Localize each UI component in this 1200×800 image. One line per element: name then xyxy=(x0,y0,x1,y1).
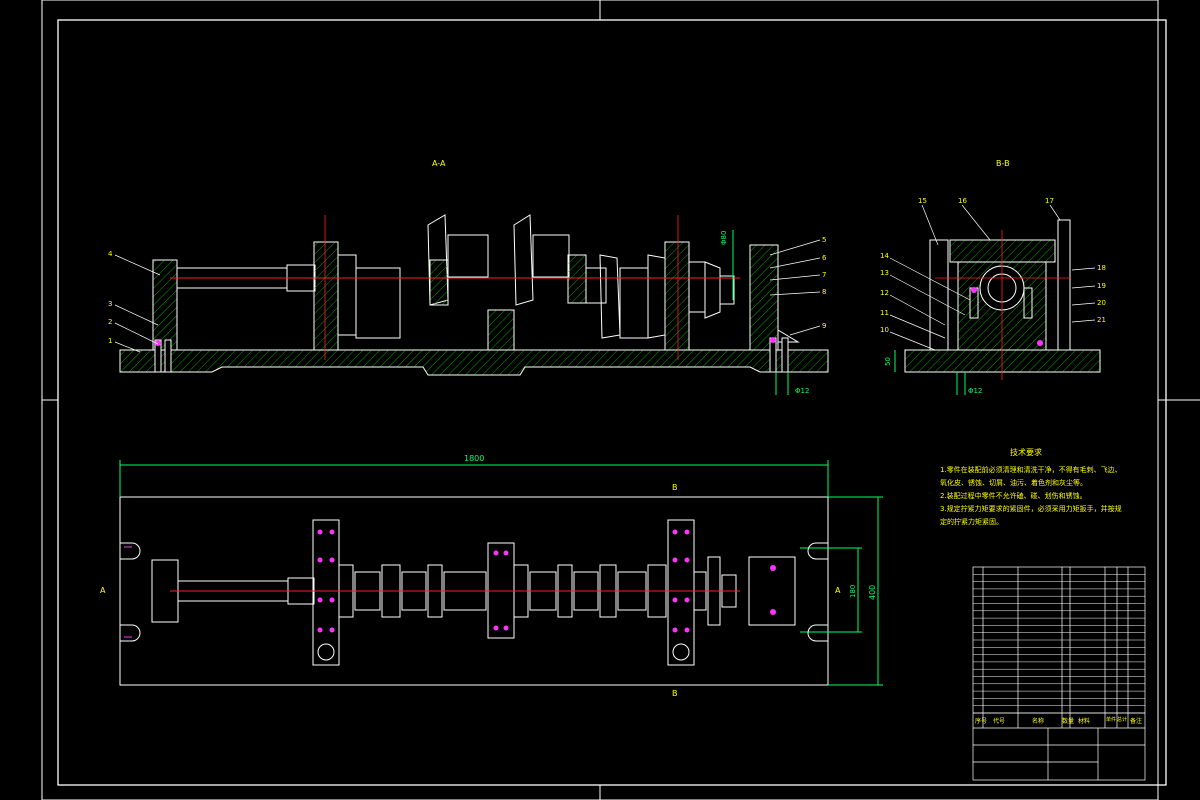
plan-clamp-left xyxy=(312,519,340,666)
svg-text:4: 4 xyxy=(108,250,113,258)
section-aa-view: A-A Φ80 Φ12 xyxy=(119,159,829,395)
svg-text:14: 14 xyxy=(880,252,889,260)
svg-text:16: 16 xyxy=(958,197,967,205)
svg-text:1.零件在装配前必须清理和清洗干净，不得有毛刺、飞边、: 1.零件在装配前必须清理和清洗干净，不得有毛刺、飞边、 xyxy=(940,465,1122,474)
svg-text:3.规定拧紧力矩要求的紧固件，必须采用力矩扳手，并按规: 3.规定拧紧力矩要求的紧固件，必须采用力矩扳手，并按规 xyxy=(940,504,1122,513)
view-label-bb: B-B xyxy=(996,159,1010,168)
svg-text:序号: 序号 xyxy=(975,717,987,725)
svg-text:5: 5 xyxy=(822,236,826,244)
svg-text:定的拧紧力矩紧固。: 定的拧紧力矩紧固。 xyxy=(940,517,1003,526)
svg-text:总计: 总计 xyxy=(1117,716,1127,723)
title-block xyxy=(972,566,1146,781)
svg-text:6: 6 xyxy=(822,254,827,262)
parts-list-rows xyxy=(973,574,1145,714)
base-plate xyxy=(119,349,829,376)
sheet-frame xyxy=(41,0,1200,800)
svg-text:数量: 数量 xyxy=(1062,717,1074,725)
svg-text:2: 2 xyxy=(108,318,112,326)
tech-req-title: 技术要求 xyxy=(1010,447,1042,457)
v-block-right xyxy=(664,241,690,351)
svg-text:备注: 备注 xyxy=(1130,717,1142,725)
svg-text:12: 12 xyxy=(880,289,889,297)
svg-text:Φ12: Φ12 xyxy=(968,387,982,395)
section-bb-view: B-B 50 Φ12 xyxy=(884,159,1101,395)
view-label-aa: A-A xyxy=(432,159,446,168)
svg-text:2.装配过程中零件不允许磕、碰、划伤和锈蚀。: 2.装配过程中零件不允许磕、碰、划伤和锈蚀。 xyxy=(940,491,1087,500)
svg-text:3: 3 xyxy=(108,300,112,308)
svg-text:11: 11 xyxy=(880,309,889,317)
v-block-mid xyxy=(487,309,515,351)
dim-overall-length: 1800 xyxy=(464,454,484,463)
svg-text:19: 19 xyxy=(1097,282,1106,290)
plan-view: 1800 400 180 A A B B xyxy=(100,454,883,698)
svg-text:20: 20 xyxy=(1097,299,1106,307)
svg-text:8: 8 xyxy=(822,288,826,296)
cad-drawing: A-A Φ80 Φ12 4 3 2 1 5 6 7 8 9 B-B 50 Φ12… xyxy=(41,0,1200,800)
svg-text:单件: 单件 xyxy=(1106,716,1116,723)
svg-text:21: 21 xyxy=(1097,316,1106,324)
svg-text:18: 18 xyxy=(1097,264,1106,272)
right-fixture xyxy=(749,244,779,351)
svg-text:400: 400 xyxy=(868,585,877,600)
svg-text:50: 50 xyxy=(884,357,892,366)
svg-text:1: 1 xyxy=(108,337,112,345)
svg-text:B: B xyxy=(672,483,678,492)
svg-text:A: A xyxy=(100,586,106,595)
svg-text:17: 17 xyxy=(1045,197,1054,205)
svg-text:Φ80: Φ80 xyxy=(720,231,728,245)
svg-text:7: 7 xyxy=(822,271,826,279)
svg-text:A: A xyxy=(835,586,841,595)
svg-text:13: 13 xyxy=(880,269,889,277)
bb-base xyxy=(904,349,1101,373)
svg-text:名称: 名称 xyxy=(1032,717,1044,725)
plan-clamp-right xyxy=(667,519,695,666)
svg-text:10: 10 xyxy=(880,326,889,334)
v-block-left xyxy=(313,241,339,351)
svg-text:15: 15 xyxy=(918,197,927,205)
svg-text:9: 9 xyxy=(822,322,826,330)
svg-text:Φ12: Φ12 xyxy=(795,387,809,395)
svg-text:氧化皮、锈蚀、切屑、油污、着色剂和灰尘等。: 氧化皮、锈蚀、切屑、油污、着色剂和灰尘等。 xyxy=(940,478,1087,487)
svg-text:B: B xyxy=(672,689,678,698)
svg-text:180: 180 xyxy=(849,585,857,598)
technical-requirements: 技术要求 1.零件在装配前必须清理和清洗干净，不得有毛刺、飞边、 氧化皮、锈蚀、… xyxy=(940,447,1122,526)
svg-text:代号: 代号 xyxy=(993,717,1005,725)
svg-text:材料: 材料 xyxy=(1078,717,1090,725)
